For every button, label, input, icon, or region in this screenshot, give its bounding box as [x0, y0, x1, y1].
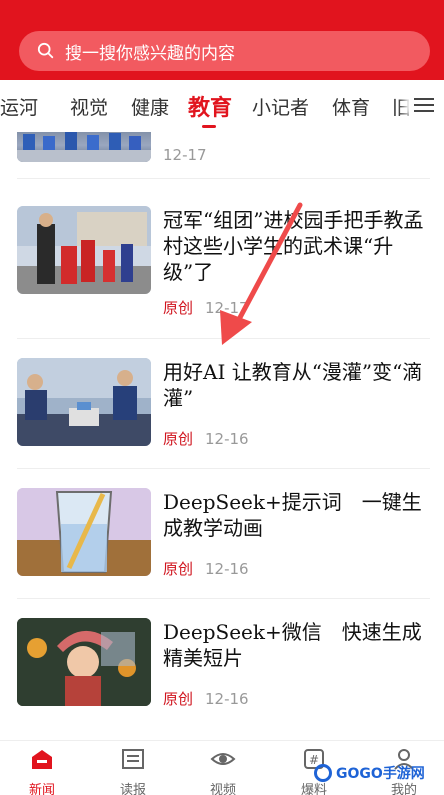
nav-label: 视频: [209, 783, 236, 795]
original-tag: 原创: [163, 690, 194, 708]
nav-video[interactable]: 视频: [193, 747, 253, 795]
search-icon: [37, 42, 54, 59]
tab-education[interactable]: 教育: [188, 90, 232, 122]
news-title: DeepSeek+提示词 一键生成教学动画: [163, 490, 422, 540]
search-placeholder: 搜一搜你感兴趣的内容: [65, 43, 235, 64]
nav-news[interactable]: 新闻: [12, 747, 72, 795]
news-thumbnail: [17, 206, 151, 294]
tab-health[interactable]: 健康: [131, 93, 169, 120]
original-tag: 原创: [163, 299, 194, 317]
original-tag: 原创: [163, 430, 194, 448]
news-home-icon: [32, 750, 52, 769]
tab-old[interactable]: 旧: [392, 93, 411, 120]
watermark-logo-icon: [314, 764, 332, 782]
menu-icon[interactable]: [412, 94, 436, 116]
divider: [17, 178, 430, 179]
news-title: 冠军“组团”进校园手把手教孟村这些小学生的武术课“升级”了: [163, 208, 424, 284]
nav-newspaper[interactable]: 读报: [103, 747, 163, 795]
divider: [17, 598, 430, 599]
watermark-text: GOGO手游网: [336, 766, 425, 782]
nav-label: 读报: [119, 783, 146, 795]
app-header: 搜一搜你感兴趣的内容: [0, 0, 444, 80]
news-date: 12-17: [205, 299, 249, 317]
news-thumbnail: [17, 618, 151, 706]
divider: [17, 338, 430, 339]
eye-icon: [210, 753, 236, 765]
news-thumbnail: [17, 488, 151, 576]
news-list: 12-17 冠军“组团”进校园手把手教孟村这些小学生的武术课“升级”了 原创 12…: [0, 132, 444, 740]
list-item[interactable]: 12-17: [0, 132, 444, 178]
news-date: 12-17: [163, 146, 207, 164]
news-date: 12-16: [205, 430, 249, 448]
news-date: 12-16: [205, 560, 249, 578]
news-thumbnail: [17, 132, 151, 162]
tab-canal[interactable]: 大运河: [0, 93, 38, 120]
tab-visual[interactable]: 视觉: [70, 93, 108, 120]
news-date: 12-16: [205, 690, 249, 708]
watermark: GOGO手游网: [314, 758, 434, 788]
tab-sports[interactable]: 体育: [332, 93, 370, 120]
divider: [17, 468, 430, 469]
news-title: 用好AI 让教育从“漫灌”变“滴灌”: [163, 360, 423, 410]
category-tabs: 大运河 视觉 健康 教育 小记者 体育 旧: [0, 80, 444, 132]
newspaper-icon: [122, 749, 144, 769]
news-title: DeepSeek+微信 快速生成精美短片: [163, 620, 422, 670]
original-tag: 原创: [163, 560, 194, 578]
active-tab-indicator: [202, 125, 216, 128]
nav-label: 新闻: [28, 783, 55, 795]
search-bar[interactable]: 搜一搜你感兴趣的内容: [19, 31, 430, 71]
news-thumbnail: [17, 358, 151, 446]
tab-reporter[interactable]: 小记者: [252, 93, 309, 120]
